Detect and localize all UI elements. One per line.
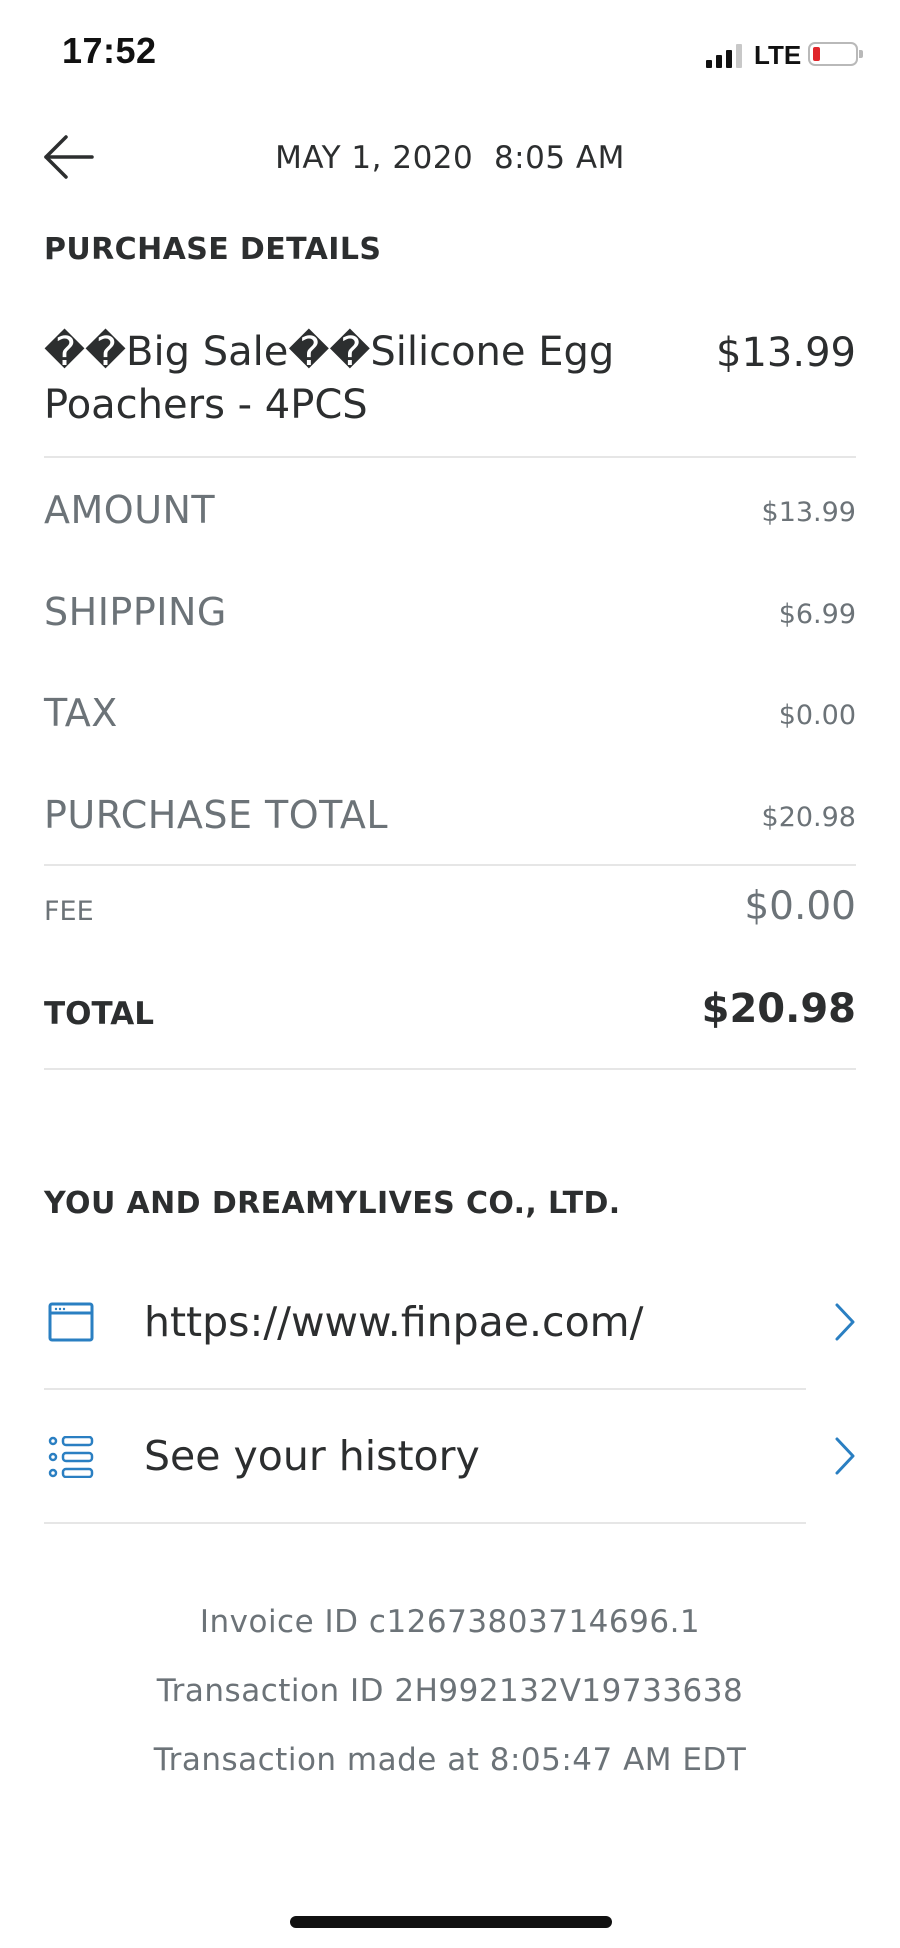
browser-window-icon <box>48 1302 94 1342</box>
divider <box>44 456 856 458</box>
shipping-label: SHIPPING <box>44 590 227 634</box>
amount-value: $13.99 <box>761 497 856 528</box>
page-title: MAY 1, 2020 8:05 AM <box>275 140 625 176</box>
purchase-total-label: PURCHASE TOTAL <box>44 793 389 837</box>
merchant-website-link[interactable]: https://www.finpae.com/ <box>44 1256 856 1390</box>
battery-icon <box>808 42 863 66</box>
divider <box>44 864 856 866</box>
status-time: 17:52 <box>62 30 157 71</box>
fee-value: $0.00 <box>744 884 856 929</box>
signal-strength-icon <box>706 42 746 68</box>
see-history-link[interactable]: See your history <box>44 1390 856 1524</box>
purchase-total-value: $20.98 <box>761 802 856 833</box>
fee-label: FEE <box>44 896 94 927</box>
tax-value: $0.00 <box>778 700 856 731</box>
divider <box>44 1522 806 1524</box>
invoice-id: Invoice ID c12673803714696.1 <box>199 1604 701 1640</box>
shipping-value: $6.99 <box>778 599 856 630</box>
amount-label: AMOUNT <box>44 488 216 532</box>
list-icon <box>48 1436 94 1478</box>
chevron-right-icon <box>835 1303 855 1341</box>
transaction-id: Transaction ID 2H992132V19733638 <box>156 1673 744 1709</box>
item-name: ��Big Sale��Silicone Egg Poachers - 4PCS <box>44 329 615 428</box>
network-type: LTE <box>754 40 802 70</box>
merchant-heading: YOU AND DREAMYLIVES CO., LTD. <box>44 1186 621 1221</box>
total-value: $20.98 <box>701 986 856 1032</box>
total-label: TOTAL <box>44 996 154 1032</box>
transaction-time: Transaction made at 8:05:47 AM EDT <box>153 1742 747 1778</box>
divider <box>44 1068 856 1070</box>
tax-label: TAX <box>44 691 118 735</box>
chevron-right-icon <box>835 1437 855 1475</box>
purchase-details-heading: PURCHASE DETAILS <box>44 232 382 267</box>
item-price: $13.99 <box>716 330 856 376</box>
see-history-text: See your history <box>144 1432 480 1480</box>
merchant-website-text: https://www.finpae.com/ <box>144 1298 644 1346</box>
home-indicator[interactable] <box>290 1916 612 1928</box>
